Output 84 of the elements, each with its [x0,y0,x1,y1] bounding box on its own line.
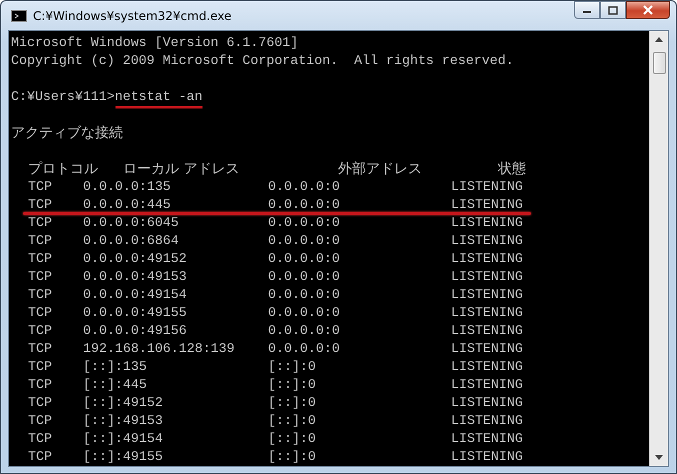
local-address-cell-text: 0.0.0.0:6045 [83,214,180,232]
local-address-cell-text: [::]:49152 [83,394,164,412]
local-address-cell-text: 0.0.0.0:6864 [83,232,180,250]
column-header: プロトコル [28,160,99,178]
protocol-cell-text: TCP [28,358,53,376]
protocol-cell-text: TCP [28,250,53,268]
scroll-up-arrow-icon[interactable] [655,37,663,42]
foreign-address-cell-text: [::]:0 [268,394,317,412]
protocol-cell-text: TCP [28,286,53,304]
console-text: Copyright (c) 2009 Microsoft Corporation. All rights reserved. [11,52,514,70]
local-address-cell-text: 0.0.0.0:49153 [83,268,188,286]
column-header: ローカル アドレス [123,160,240,178]
local-address-cell-text: [::]:49154 [83,430,164,448]
maximize-icon [608,6,618,14]
protocol-cell-text: TCP [28,376,53,394]
local-address-cell-text: 0.0.0.0:135 [83,178,172,196]
protocol-cell-text: TCP [28,178,53,196]
foreign-address-cell-text: 0.0.0.0:0 [268,340,341,358]
scroll-bar[interactable] [649,31,668,466]
foreign-address-cell-text: 0.0.0.0:0 [268,196,341,214]
protocol-cell-text: TCP [28,304,53,322]
protocol-cell-text: TCP [28,448,53,466]
local-address-cell-text: [::]:135 [83,358,148,376]
command-prompt: C:¥Users¥111> [11,89,115,104]
foreign-address-cell-text: [::]:0 [268,448,317,466]
local-address-cell-text: 0.0.0.0:49154 [83,286,188,304]
minimize-button[interactable] [574,1,600,19]
foreign-address-cell-text: 0.0.0.0:0 [268,178,341,196]
protocol-cell-text: TCP [28,340,53,358]
protocol-cell-text: TCP [28,430,53,448]
state-cell: LISTENING [451,178,523,196]
maximize-button[interactable] [600,1,626,19]
state-cell: LISTENING [451,412,523,430]
foreign-address-cell-text: [::]:0 [268,430,317,448]
state-cell: LISTENING [451,376,523,394]
protocol-cell-text: TCP [28,196,53,214]
state-cell: LISTENING [451,358,523,376]
local-address-cell-text: 0.0.0.0:445 [83,196,172,214]
scroll-thumb[interactable] [652,52,666,74]
foreign-address-cell-text: [::]:0 [268,376,317,394]
state-cell: LISTENING [451,250,523,268]
state-cell: LISTENING [451,268,523,286]
state-cell: LISTENING [451,286,523,304]
foreign-address-cell-text: 0.0.0.0:0 [268,322,341,340]
section-heading: アクティブな接続 [11,125,123,141]
protocol-cell-text: TCP [28,394,53,412]
typed-command: netstat -an [114,88,203,106]
state-cell: LISTENING [451,448,523,466]
state-cell: LISTENING [451,430,523,448]
close-icon [642,5,654,15]
state-cell: LISTENING [451,196,523,214]
local-address-cell-text: [::]:49155 [83,448,164,466]
foreign-address-cell-text: 0.0.0.0:0 [268,286,341,304]
scroll-down-arrow-icon[interactable] [655,455,663,460]
protocol-cell-text: TCP [28,232,53,250]
close-button[interactable] [626,1,670,19]
local-address-cell-text: 0.0.0.0:49155 [83,304,188,322]
foreign-address-cell-text: 0.0.0.0:0 [268,250,341,268]
column-header: 状態 [498,160,526,178]
protocol-cell-text: TCP [28,322,53,340]
console-text: Microsoft Windows [Version 6.1.7601] [11,34,298,52]
window-title: C:¥Windows¥system32¥cmd.exe [33,8,232,22]
state-cell: LISTENING [451,340,523,358]
state-cell: LISTENING [451,304,523,322]
foreign-address-cell-text: [::]:0 [268,358,317,376]
protocol-cell-text: TCP [28,214,53,232]
foreign-address-cell-text: [::]:0 [268,412,317,430]
foreign-address-cell-text: 0.0.0.0:0 [268,268,341,286]
column-header: 外部アドレス [338,160,423,178]
local-address-cell-text: 0.0.0.0:49152 [83,250,188,268]
foreign-address-cell-text: 0.0.0.0:0 [268,232,341,250]
console-app-icon [11,10,27,22]
protocol-cell-text: TCP [28,412,53,430]
local-address-cell-text: 192.168.106.128:139 [83,340,236,358]
local-address-cell-text: [::]:445 [83,376,148,394]
state-cell: LISTENING [451,322,523,340]
state-cell: LISTENING [451,232,523,250]
state-cell: LISTENING [451,394,523,412]
local-address-cell-text: [::]:49153 [83,412,164,430]
foreign-address-cell-text: 0.0.0.0:0 [268,304,341,322]
local-address-cell-text: 0.0.0.0:49156 [83,322,188,340]
foreign-address-cell-text: 0.0.0.0:0 [268,214,341,232]
protocol-cell-text: TCP [28,268,53,286]
state-cell: LISTENING [451,214,523,232]
